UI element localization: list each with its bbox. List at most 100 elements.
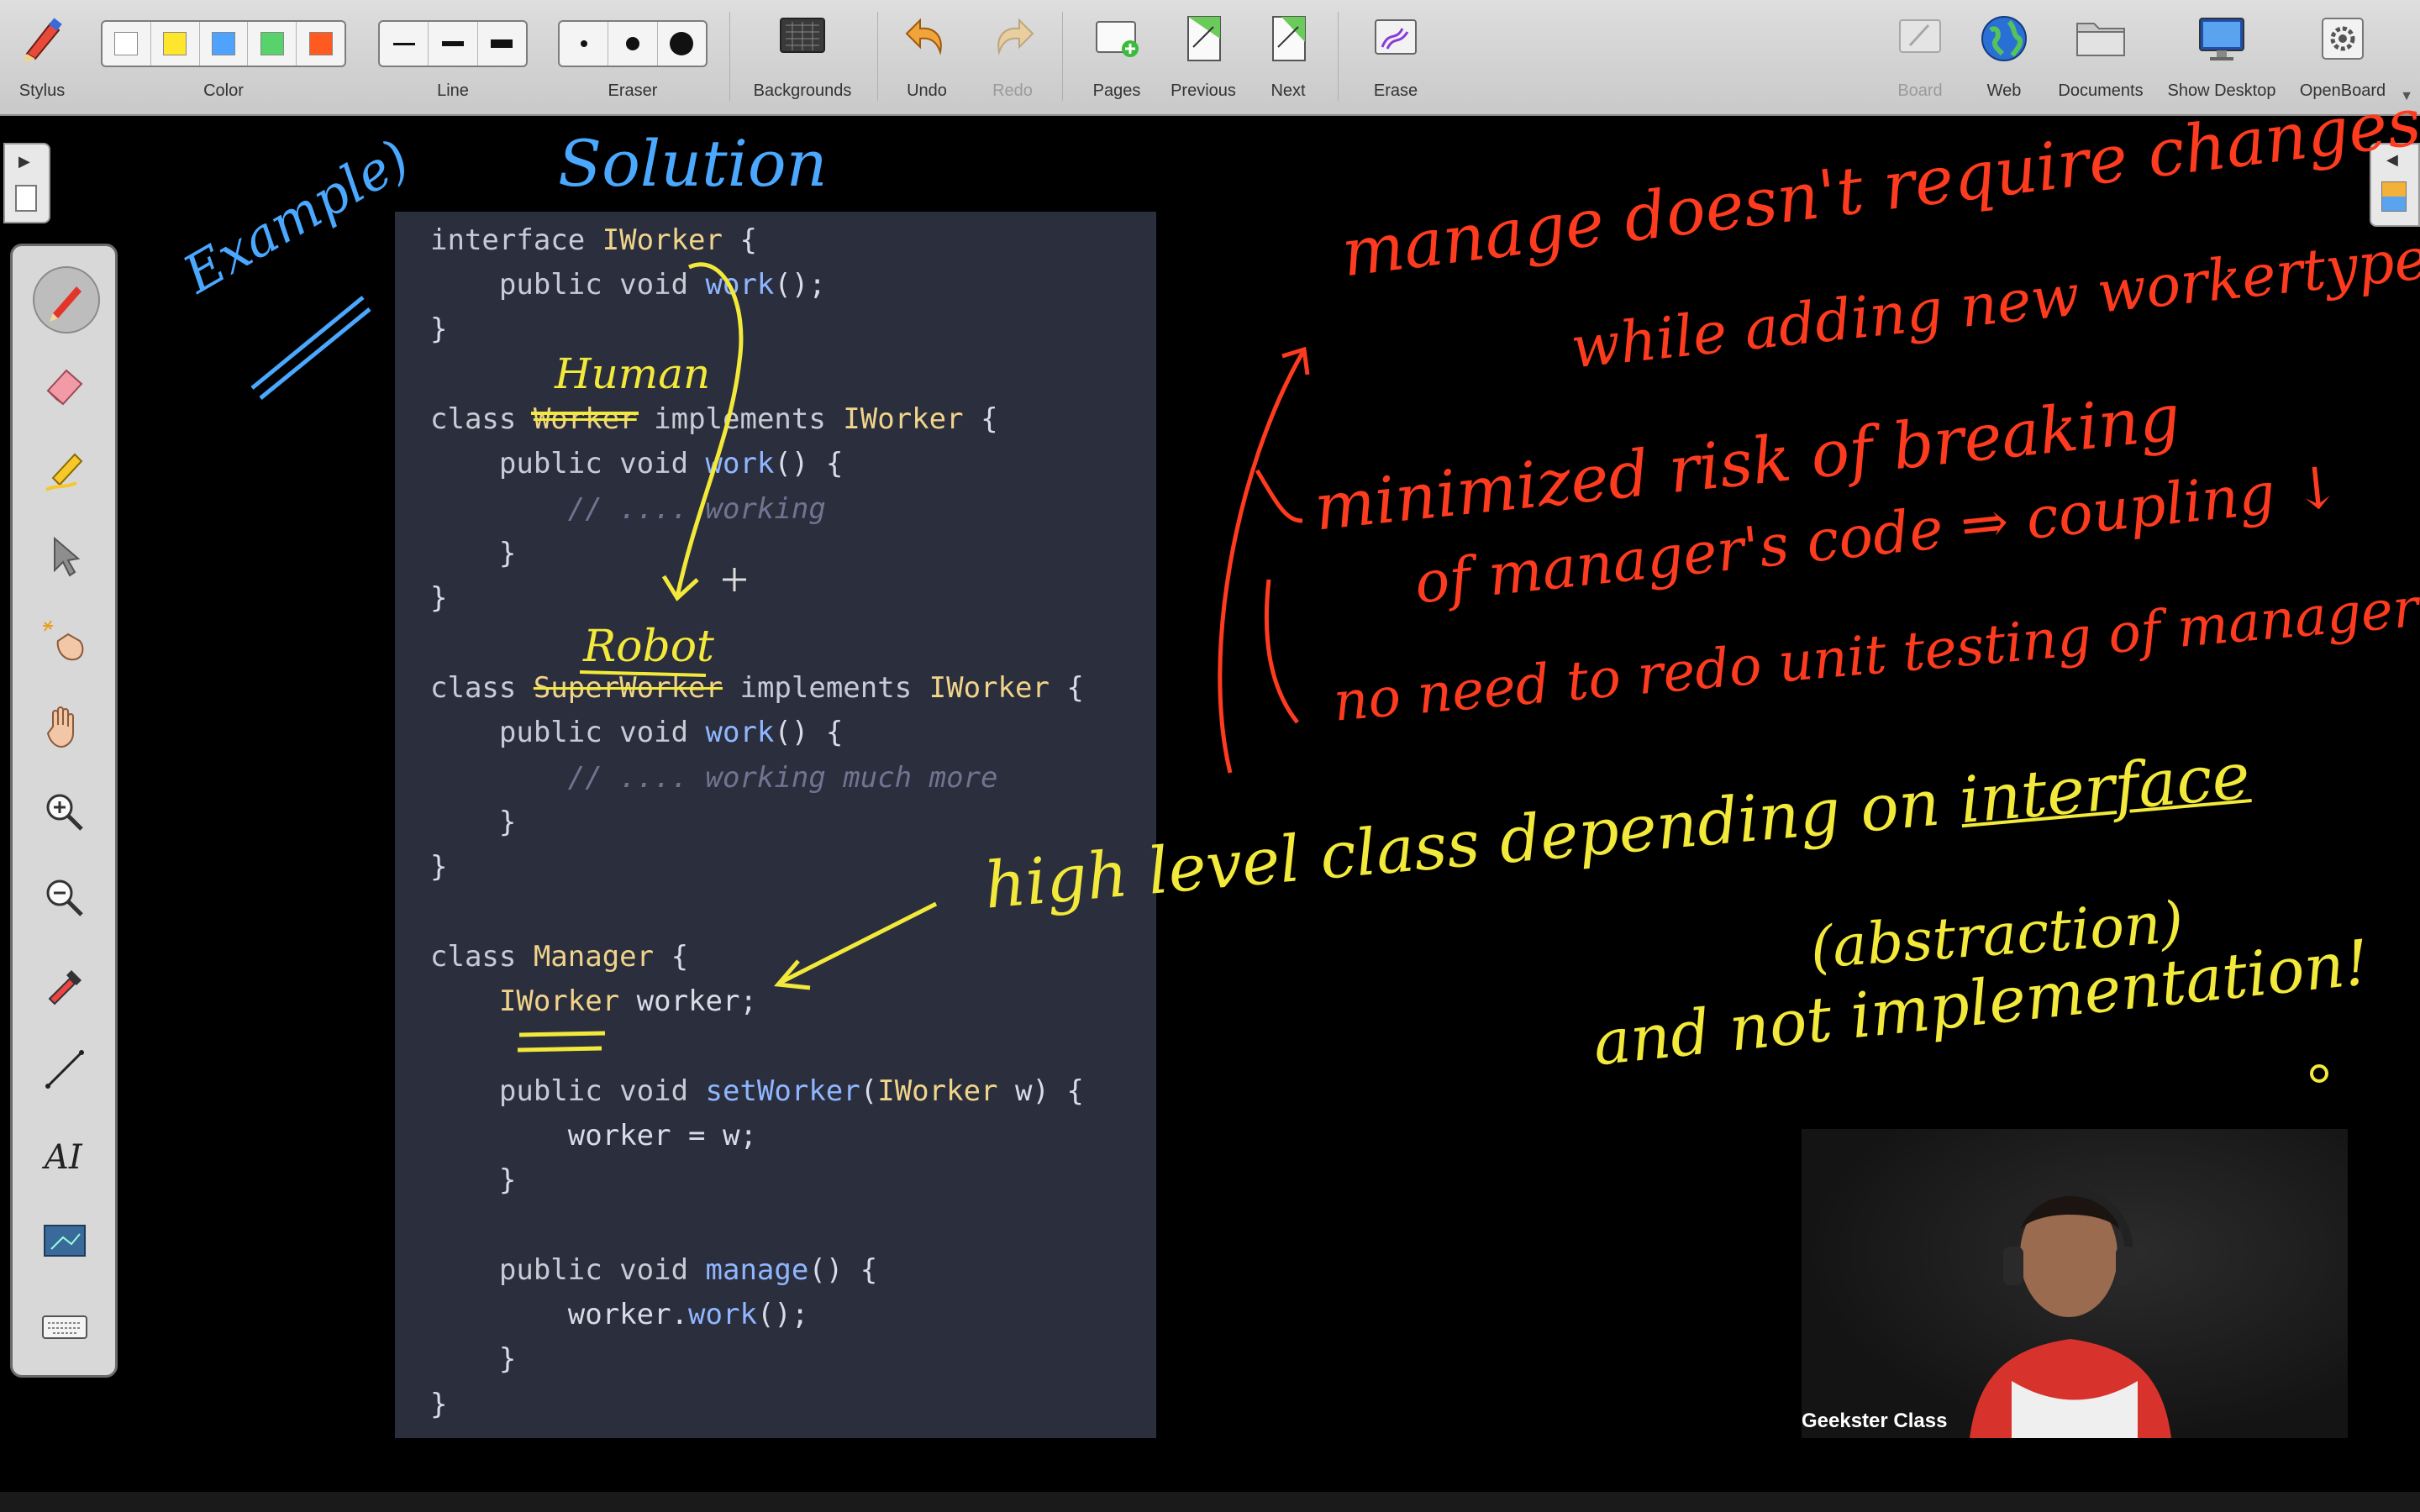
board-button[interactable]: Board [1882,5,1958,109]
webcam-name-label: Geekster Class [1802,1410,1948,1432]
backgrounds-button[interactable]: Backgrounds [739,5,865,109]
line-medium[interactable] [429,22,478,66]
code-line: worker = w; [430,1119,757,1152]
eraser-medium[interactable] [608,22,658,66]
code-line: public void work() { [430,447,844,480]
redo-button[interactable]: Redo [976,5,1049,109]
color-yellow[interactable] [151,22,200,66]
erase-button[interactable]: Erase [1358,5,1434,109]
color-label: Color [203,81,244,100]
previous-page-icon [1187,16,1221,61]
zoom-out-icon [46,879,83,916]
zoom-in-icon [46,794,83,831]
code-line: } [430,537,517,570]
pages-button[interactable]: Pages [1079,5,1155,109]
next-page-icon [1272,16,1306,61]
svg-text:AI: AI [41,1138,83,1177]
line-width-selector [378,20,528,67]
keyboard-tool[interactable] [33,1294,97,1358]
line-tool[interactable] [33,1037,97,1101]
documents-button[interactable]: Documents [2050,5,2151,109]
laser-pointer-tool[interactable] [33,609,97,673]
color-white[interactable] [103,22,151,66]
library-icon [2381,181,2407,212]
marker-tool[interactable] [33,438,97,501]
code-line: } [430,581,448,615]
code-line: public void setWorker(IWorker w) { [430,1074,1084,1108]
undo-button[interactable]: Undo [891,5,963,109]
erase-label: Erase [1373,81,1418,100]
selector-tool[interactable] [33,523,97,587]
zoom-in-tool[interactable] [33,780,97,844]
pages-icon [1096,21,1139,57]
color-blue[interactable] [200,22,249,66]
laser-pointer-icon [43,620,84,661]
board-label: Board [1897,81,1943,100]
top-toolbar: Stylus Color Line Eraser Backgrounds Und… [0,0,2420,116]
next-button[interactable]: Next [1252,5,1324,109]
code-editor-panel: interface IWorker { public void work(); … [395,212,1156,1438]
erase-icon [1375,19,1417,55]
marker-icon [45,453,83,491]
hand-icon [46,706,74,748]
pages-label: Pages [1092,81,1141,100]
undo-icon [905,18,942,55]
expand-arrow-icon: ▶ [18,153,30,170]
capture-tool[interactable] [33,1209,97,1273]
line-thick[interactable] [478,22,526,66]
color-orange[interactable] [297,22,345,66]
code-line: public void work(); [430,268,826,302]
hand-tool[interactable] [33,695,97,759]
redo-label: Redo [992,81,1033,100]
robot-annotation: Robot [583,622,714,672]
eraser-label: Eraser [608,81,658,100]
show-desktop-button[interactable]: Show Desktop [2160,5,2284,109]
color-green[interactable] [248,22,297,66]
line-thin[interactable] [380,22,429,66]
text-tool[interactable]: AI [33,1123,97,1187]
struck-class-name: Worker [533,402,637,436]
color-picker-tool[interactable] [33,952,97,1016]
eraser-group: Eraser [553,5,713,109]
keyboard-icon [42,1315,87,1339]
previous-button[interactable]: Previous [1163,5,1244,109]
color-picker-icon [48,970,82,1005]
web-button[interactable]: Web [1966,5,2042,109]
next-label: Next [1270,81,1306,100]
stylus-button[interactable]: Stylus [0,5,84,109]
code-line: class Manager { [430,940,689,974]
eraser-small[interactable] [560,22,609,66]
code-comment: // .... working [430,492,826,526]
example-annotation: Example) [173,127,420,306]
selector-icon [54,536,81,577]
eraser-size-selector [558,20,708,67]
backgrounds-icon [780,18,825,53]
presenter-video [1970,1188,2171,1438]
line-label: Line [437,81,469,100]
stylus-label: Stylus [18,81,66,100]
color-selector [101,20,346,67]
code-line: } [430,312,448,346]
code-line: worker.work(); [430,1298,809,1331]
pages-drawer-tab[interactable]: ▶ [3,143,50,223]
eraser-tool[interactable] [33,352,97,416]
interface-underlined: interface [1956,738,2253,838]
code-line: class Worker implements IWorker { [430,402,998,436]
dip-note-1: high level class depending on interface [981,738,2253,923]
code-line: interface IWorker { [430,223,757,257]
struck-class-name: SuperWorker [533,671,723,705]
desktop-icon [2199,18,2244,60]
code-line: IWorker worker; [498,984,757,1018]
code-line: } [430,1342,517,1376]
stylus-icon [24,18,62,62]
eraser-large[interactable] [658,22,706,66]
show-desktop-label: Show Desktop [2167,81,2276,100]
thumbnail-icon [15,185,37,212]
pen-tool[interactable] [33,266,100,333]
backgrounds-label: Backgrounds [753,81,852,100]
solution-annotation: Solution [558,126,828,201]
previous-label: Previous [1171,81,1236,100]
redo-icon [997,18,1034,55]
undo-label: Undo [907,81,947,100]
zoom-out-tool[interactable] [33,866,97,930]
